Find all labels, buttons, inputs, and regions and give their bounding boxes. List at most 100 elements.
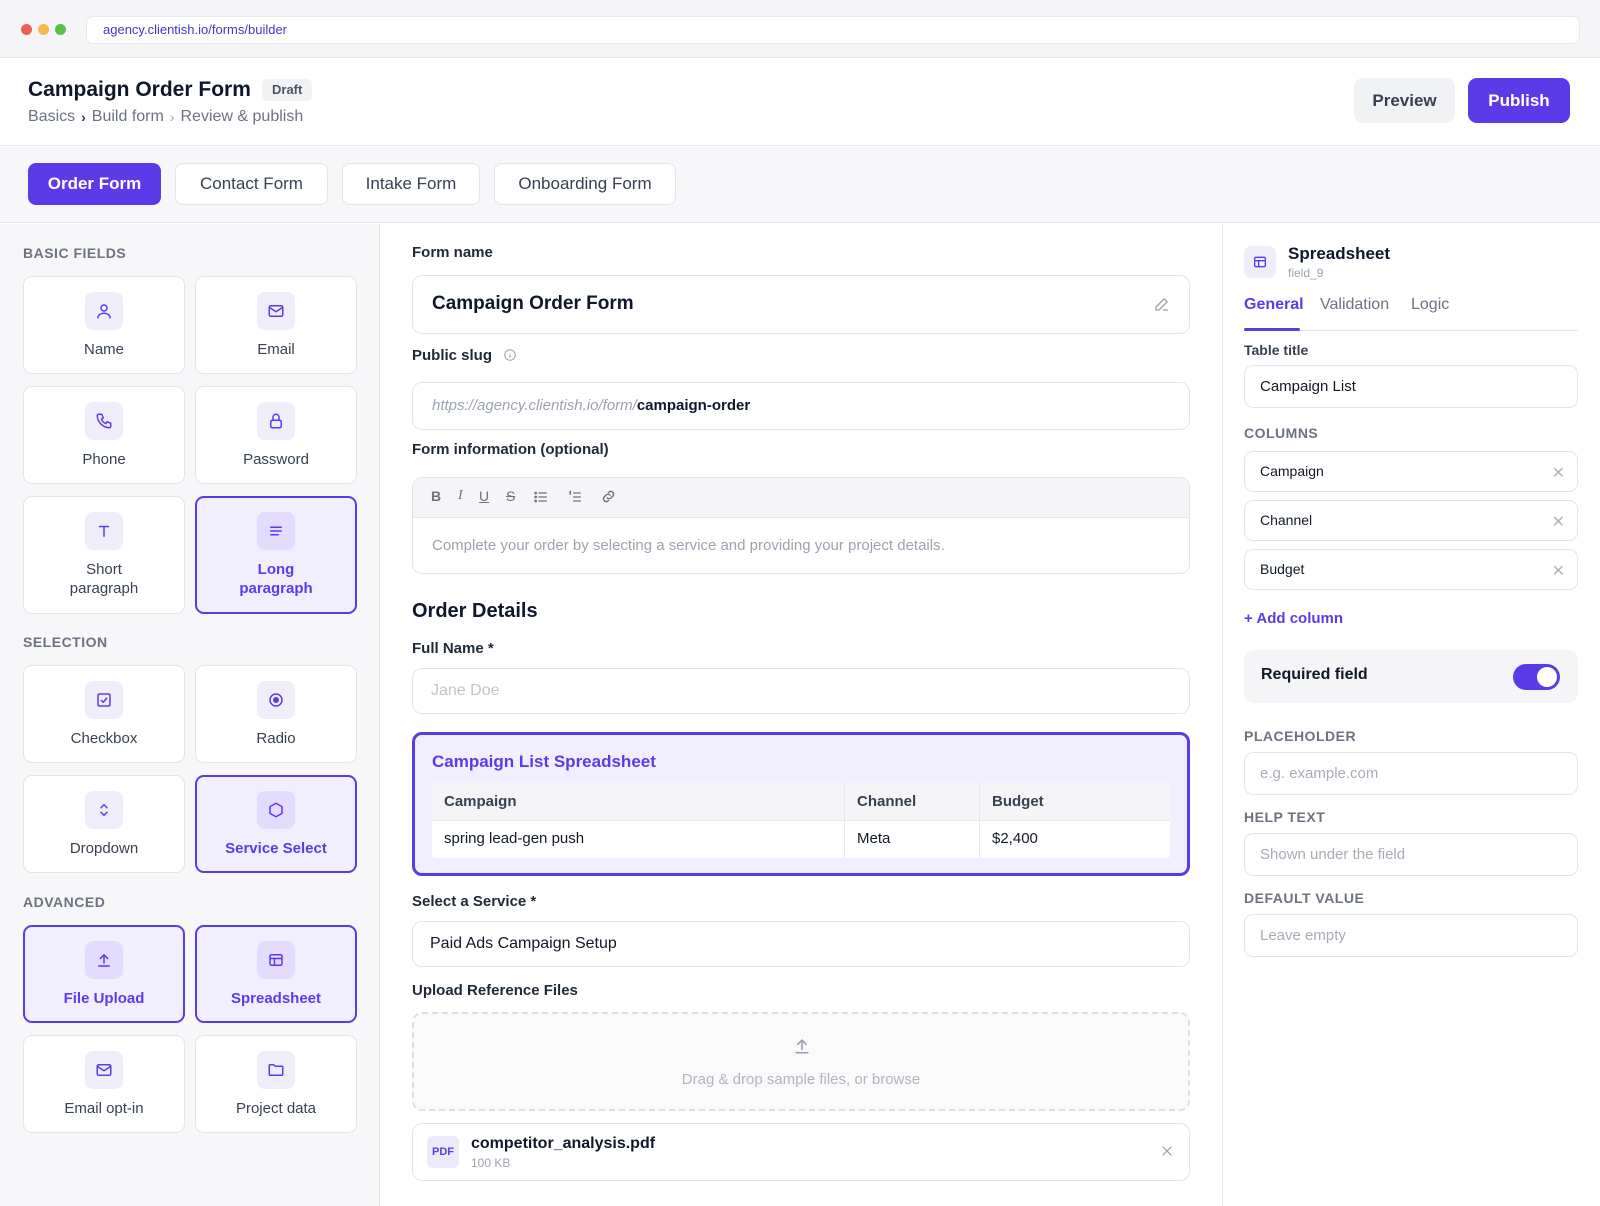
table-icon [257,941,295,979]
field-card-project-data[interactable]: Project data [195,1035,357,1133]
column-input-budget[interactable]: Budget ✕ [1244,549,1578,590]
field-card-name[interactable]: Name [23,276,185,374]
app-window: agency.clientish.io/forms/builder Campai… [0,0,1600,1206]
form-name-label: Form name [412,244,493,261]
full-name-input[interactable]: Jane Doe [412,668,1190,714]
field-card-short-paragraph[interactable]: Short paragraph [23,496,185,614]
tab-onboarding-form[interactable]: Onboarding Form [494,163,676,205]
maximize-window-dot[interactable] [55,24,66,35]
table-cell[interactable]: Meta [857,830,890,847]
field-card-label: Service Select [225,840,327,857]
column-name: Campaign [1260,463,1324,479]
field-card-checkbox[interactable]: Checkbox [23,665,185,763]
form-builder: Form name Campaign Order Form Public slu… [380,224,1222,1206]
column-input-campaign[interactable]: Campaign ✕ [1244,451,1578,492]
field-card-label: Password [243,451,309,468]
table-icon [1244,246,1276,278]
tab-validation[interactable]: Validation [1320,296,1389,314]
address-bar[interactable]: agency.clientish.io/forms/builder [86,16,1580,44]
field-card-spreadsheet[interactable]: Spreadsheet [195,925,357,1023]
tab-general[interactable]: General [1244,296,1304,314]
remove-column-icon[interactable]: ✕ [1552,463,1565,483]
selection-heading: SELECTION [23,634,108,650]
field-card-password[interactable]: Password [195,386,357,484]
public-slug-input[interactable]: https://agency.clientish.io/form/campaig… [412,382,1190,430]
tab-logic[interactable]: Logic [1411,296,1449,314]
column-header-channel: Channel [857,793,917,810]
column-name: Budget [1260,561,1305,577]
tab-intake-form[interactable]: Intake Form [342,163,480,205]
mail-icon [85,1051,123,1089]
field-card-email-opt-in[interactable]: Email opt-in [23,1035,185,1133]
upload-label: Upload Reference Files [412,982,578,999]
field-card-label: Dropdown [69,840,139,857]
column-header-campaign: Campaign [444,793,517,810]
field-card-dropdown[interactable]: Dropdown [23,775,185,873]
file-dropzone[interactable]: Drag & drop sample files, or browse [412,1012,1190,1111]
field-card-email[interactable]: Email [195,276,357,374]
remove-file-icon[interactable] [1160,1144,1174,1158]
required-toggle[interactable] [1513,664,1560,690]
field-card-file-upload[interactable]: File Upload [23,925,185,1023]
lines-icon [257,512,295,550]
table-cell[interactable]: spring lead-gen push [444,830,584,847]
slug-text: https://agency.clientish.io/form/campaig… [432,397,750,414]
checkbox-icon [85,681,123,719]
properties-title: Spreadsheet [1288,244,1391,263]
field-card-radio[interactable]: Radio [195,665,357,763]
edit-pencil-icon[interactable] [1153,295,1171,313]
service-select[interactable]: Paid Ads Campaign Setup [412,921,1190,967]
breadcrumb: Basics › Build form › Review & publish [28,108,303,126]
placeholder-heading: PLACEHOLDER [1244,728,1357,744]
italic-button[interactable]: I [458,488,463,504]
full-name-placeholder: Jane Doe [431,682,500,699]
field-card-phone[interactable]: Phone [23,386,185,484]
help-text-input[interactable]: Shown under the field [1244,833,1578,876]
breadcrumb-build-form[interactable]: Build form [92,108,164,126]
table-cell[interactable]: $2,400 [992,830,1038,847]
field-card-label: Email [257,341,295,358]
minimize-window-dot[interactable] [38,24,49,35]
preview-button[interactable]: Preview [1354,78,1455,123]
default-value-input[interactable]: Leave empty [1244,914,1578,957]
numbered-list-icon[interactable] [567,489,583,505]
add-column-button[interactable]: + Add column [1244,610,1343,627]
placeholder-input[interactable]: e.g. example.com [1244,752,1578,795]
default-value-hint: Leave empty [1260,927,1346,944]
field-card-label: Project data [235,1100,317,1117]
field-id: field_9 [1288,266,1324,280]
publish-button[interactable]: Publish [1468,78,1570,123]
basic-fields-heading: BASIC FIELDS [23,245,127,261]
required-field-label: Required field [1261,666,1368,683]
table-title-input[interactable]: Campaign List [1244,365,1578,408]
radio-icon [257,681,295,719]
file-name: competitor_analysis.pdf [471,1135,656,1152]
breadcrumb-basics[interactable]: Basics [28,108,75,126]
tab-contact-form[interactable]: Contact Form [175,163,328,205]
bullet-list-icon[interactable] [533,489,549,505]
editor-toolbar: B I U S [413,478,1189,518]
active-tab-indicator [1244,328,1300,331]
breadcrumb-review-publish[interactable]: Review & publish [181,108,304,126]
remove-column-icon[interactable]: ✕ [1552,561,1565,581]
form-info-editor[interactable]: B I U S Complete your order by selecting… [412,477,1190,574]
remove-column-icon[interactable]: ✕ [1552,512,1565,532]
column-input-channel[interactable]: Channel ✕ [1244,500,1578,541]
strikethrough-button[interactable]: S [506,488,515,504]
spreadsheet-field[interactable]: Campaign List Spreadsheet Campaign Chann… [412,732,1190,876]
service-value: Paid Ads Campaign Setup [430,935,617,952]
chevrons-icon [85,791,123,829]
page-header: Campaign Order Form Draft Basics › Build… [0,58,1600,146]
underline-button[interactable]: U [479,488,489,504]
close-window-dot[interactable] [21,24,32,35]
bold-button[interactable]: B [431,488,441,504]
field-card-long-paragraph[interactable]: Long paragraph [195,496,357,614]
tab-order-form[interactable]: Order Form [28,163,161,205]
link-icon[interactable] [600,488,617,505]
form-name-input[interactable]: Campaign Order Form [412,275,1190,334]
uploaded-file: PDF competitor_analysis.pdf 100 KB [412,1123,1190,1181]
info-icon[interactable] [503,348,517,362]
status-badge: Draft [262,79,313,101]
chevron-right-icon: › [169,109,175,125]
field-card-service-select[interactable]: Service Select [195,775,357,873]
